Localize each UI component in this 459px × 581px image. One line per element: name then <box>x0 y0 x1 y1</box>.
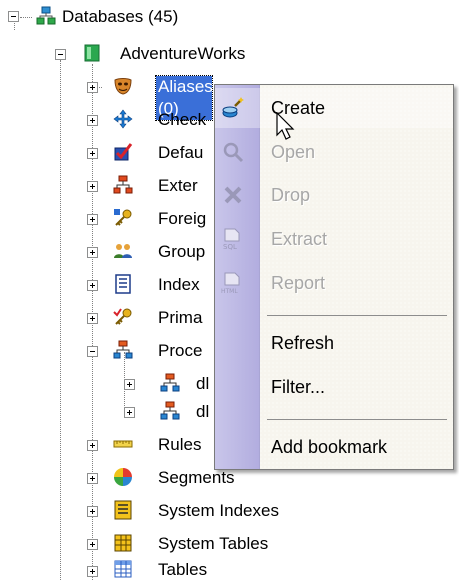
defaults-check-icon <box>114 143 133 161</box>
expand-toggle[interactable] <box>87 148 98 159</box>
tables-icon <box>114 560 132 578</box>
extract-sql-icon: SQL <box>223 228 240 251</box>
groups-icon <box>114 244 132 258</box>
expand-toggle[interactable] <box>87 82 98 93</box>
procedure-icon <box>160 401 180 420</box>
expand-toggle[interactable] <box>87 566 98 577</box>
menu-item-label: Report <box>271 273 326 293</box>
expand-toggle[interactable] <box>87 181 98 192</box>
menu-separator <box>267 315 447 316</box>
menu-item-extract[interactable]: SQL Extract <box>215 219 453 259</box>
menu-item-label: Extract <box>271 229 328 249</box>
context-menu: Create Open Drop SQL Extract HTML Report… <box>214 84 454 470</box>
indexes-icon <box>115 274 131 294</box>
tree-item-system-indexes[interactable]: System Indexes <box>156 500 281 522</box>
procedures-icon <box>113 340 133 359</box>
procedure-icon <box>160 373 180 392</box>
menu-item-label: Drop <box>271 185 311 205</box>
rules-ruler-icon <box>113 440 133 448</box>
menu-item-label: Open <box>271 142 316 162</box>
expand-toggle[interactable] <box>87 280 98 291</box>
menu-item-label: Filter... <box>271 377 326 397</box>
tree-item-external[interactable]: Exter <box>156 175 200 197</box>
tree-item-check[interactable]: Check <box>156 109 208 131</box>
mouse-cursor-icon <box>276 112 295 140</box>
expand-toggle[interactable] <box>87 247 98 258</box>
tree-item-procedures[interactable]: Proce <box>156 340 204 362</box>
create-wand-icon <box>222 97 244 118</box>
expand-toggle[interactable] <box>87 115 98 126</box>
menu-separator <box>267 419 447 420</box>
expand-toggle[interactable] <box>87 539 98 550</box>
database-label[interactable]: AdventureWorks <box>118 43 247 65</box>
expand-toggle[interactable] <box>87 506 98 517</box>
expand-toggle[interactable] <box>87 440 98 451</box>
svg-text:SQL: SQL <box>223 243 237 251</box>
expand-toggle[interactable] <box>87 473 98 484</box>
databases-network-icon <box>36 6 56 25</box>
menu-item-filter[interactable]: Filter... <box>215 367 453 407</box>
menu-item-refresh[interactable]: Refresh <box>215 323 453 363</box>
tree-line <box>60 60 61 580</box>
menu-item-open[interactable]: Open <box>215 132 453 172</box>
expand-toggle[interactable] <box>87 214 98 225</box>
check-arrows-icon <box>113 109 133 129</box>
collapse-toggle[interactable] <box>55 49 66 60</box>
tree-item-defaults[interactable]: Defau <box>156 142 205 164</box>
drop-x-icon <box>224 186 242 204</box>
tree-item-procedure[interactable]: dl <box>194 401 211 423</box>
tree-item-procedure[interactable]: dl <box>194 373 211 395</box>
menu-item-label: Add bookmark <box>271 437 388 457</box>
report-html-icon: HTML <box>221 272 240 295</box>
databases-root-label[interactable]: Databases (45) <box>60 6 180 28</box>
system-indexes-icon <box>114 500 132 520</box>
foreign-key-icon <box>114 209 132 226</box>
menu-item-add-bookmark[interactable]: Add bookmark <box>215 427 453 467</box>
segments-icon <box>114 468 132 486</box>
tree-item-groups[interactable]: Group <box>156 241 207 263</box>
menu-item-create[interactable]: Create <box>215 88 453 128</box>
tree-line <box>20 17 32 18</box>
expand-toggle[interactable] <box>124 407 135 418</box>
tree-item-primary[interactable]: Prima <box>156 307 204 329</box>
tree-item-system-tables[interactable]: System Tables <box>156 533 270 555</box>
menu-item-report[interactable]: HTML Report <box>215 263 453 303</box>
external-hierarchy-icon <box>113 175 133 194</box>
tree-item-foreign[interactable]: Foreig <box>156 208 208 230</box>
svg-text:HTML: HTML <box>221 288 238 295</box>
system-tables-icon <box>114 534 132 552</box>
open-magnifier-icon <box>223 142 244 163</box>
tree-item-rules[interactable]: Rules <box>156 434 203 456</box>
tree-item-tables[interactable]: Tables <box>156 559 209 581</box>
collapse-toggle[interactable] <box>87 346 98 357</box>
expand-toggle[interactable] <box>124 379 135 390</box>
primary-key-icon <box>113 308 132 325</box>
tree-item-segments[interactable]: Segments <box>156 467 237 489</box>
aliases-mask-icon <box>114 78 132 95</box>
collapse-toggle[interactable] <box>8 11 19 22</box>
expand-toggle[interactable] <box>87 313 98 324</box>
menu-item-label: Refresh <box>271 333 335 353</box>
database-icon <box>84 44 100 62</box>
tree-item-indexes[interactable]: Index <box>156 274 202 296</box>
menu-item-drop[interactable]: Drop <box>215 175 453 215</box>
